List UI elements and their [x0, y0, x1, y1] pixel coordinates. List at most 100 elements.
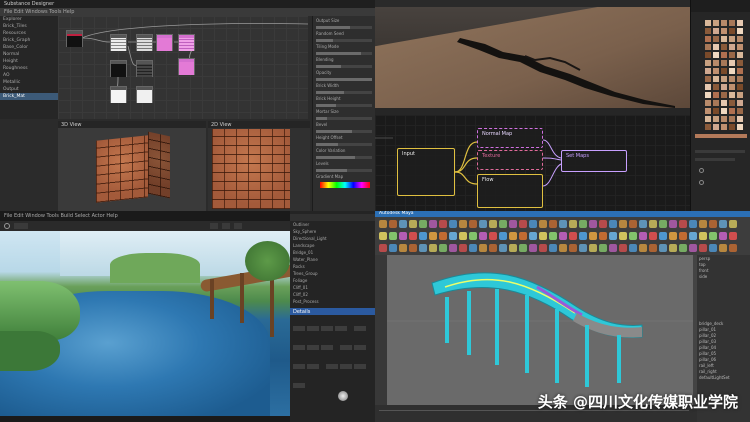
color-swatch[interactable] [705, 92, 711, 98]
color-swatch[interactable] [713, 60, 719, 66]
detail-field[interactable] [307, 345, 319, 350]
detail-field[interactable] [293, 364, 305, 369]
explorer-item[interactable]: Metallic [0, 79, 58, 86]
shelf-tool-icon[interactable] [699, 232, 707, 240]
property-slider[interactable] [316, 78, 372, 81]
sd-2d-view[interactable]: 2D View [208, 121, 310, 211]
outliner-item[interactable]: persp [699, 256, 748, 261]
shelf-tool-icon[interactable] [549, 244, 557, 252]
color-swatch[interactable] [737, 44, 743, 50]
outliner-item[interactable]: rail_left [699, 363, 748, 368]
shelf-tool-icon[interactable] [639, 244, 647, 252]
shelf-tool-icon[interactable] [519, 232, 527, 240]
color-swatch[interactable] [721, 20, 727, 26]
shelf-tool-icon[interactable] [529, 244, 537, 252]
shelf-tool-icon[interactable] [529, 220, 537, 228]
color-swatch[interactable] [721, 36, 727, 42]
graph-node[interactable] [156, 34, 173, 51]
shelf-tool-icon[interactable] [419, 244, 427, 252]
shelf-tool-icon[interactable] [439, 220, 447, 228]
shelf-tool-icon[interactable] [609, 220, 617, 228]
color-swatch[interactable] [737, 100, 743, 106]
shelf-tool-icon[interactable] [429, 244, 437, 252]
shelf-tool-icon[interactable] [509, 220, 517, 228]
shelf-tool-icon[interactable] [729, 232, 737, 240]
color-swatch[interactable] [737, 124, 743, 130]
shelf-tool-icon[interactable] [389, 220, 397, 228]
color-swatch[interactable] [729, 28, 735, 34]
color-swatch[interactable] [713, 92, 719, 98]
color-swatch[interactable] [721, 68, 727, 74]
explorer-item[interactable]: Roughness [0, 65, 58, 72]
shelf-tool-icon[interactable] [669, 244, 677, 252]
color-swatch[interactable] [729, 36, 735, 42]
shelf-tool-icon[interactable] [559, 220, 567, 228]
shelf-tool-icon[interactable] [409, 220, 417, 228]
outliner-item[interactable]: front [699, 268, 748, 273]
blueprint-node-output[interactable]: Set Maps [561, 150, 627, 172]
shelf-tool-icon[interactable] [709, 220, 717, 228]
shelf-tool-icon[interactable] [539, 220, 547, 228]
shelf-tool-icon[interactable] [599, 220, 607, 228]
sd-menubar[interactable]: File Edit Windows Tools Help [0, 8, 375, 16]
outliner-item[interactable]: Post_Process [293, 299, 372, 305]
shelf-tool-icon[interactable] [539, 232, 547, 240]
shelf-tool-icon[interactable] [729, 220, 737, 228]
color-swatch[interactable] [721, 92, 727, 98]
color-swatch[interactable] [729, 116, 735, 122]
outliner-item[interactable]: pillar_03 [699, 339, 748, 344]
detail-field[interactable] [354, 326, 367, 331]
color-swatch[interactable] [705, 76, 711, 82]
color-swatch[interactable] [729, 108, 735, 114]
graph-node[interactable] [110, 60, 127, 77]
explorer-item[interactable]: Height [0, 58, 58, 65]
color-swatch[interactable] [729, 20, 735, 26]
shelf-tool-icon[interactable] [599, 232, 607, 240]
scale-snap-button[interactable] [234, 223, 242, 229]
radio-icon[interactable] [699, 180, 704, 185]
shelf-tool-icon[interactable] [409, 232, 417, 240]
shelf-tool-icon[interactable] [379, 244, 387, 252]
shelf-tool-icon[interactable] [509, 232, 517, 240]
graph-node[interactable] [136, 86, 153, 103]
color-swatch[interactable] [705, 60, 711, 66]
shelf-tool-icon[interactable] [399, 220, 407, 228]
shelf-tool-icon[interactable] [599, 244, 607, 252]
toolbox[interactable] [375, 255, 387, 405]
color-swatch[interactable] [721, 116, 727, 122]
viewport-toolbar[interactable] [0, 221, 290, 231]
detail-field[interactable] [354, 364, 367, 369]
outliner-item[interactable]: pillar_01 [699, 327, 748, 332]
graph-node[interactable] [136, 34, 153, 51]
shelf-tool-icon[interactable] [669, 232, 677, 240]
shelf-tool-icon[interactable] [439, 232, 447, 240]
shelf-tool-icon[interactable] [669, 220, 677, 228]
explorer-item[interactable]: AO [0, 72, 58, 79]
shelf-tool-icon[interactable] [389, 232, 397, 240]
shelf-tool-icon[interactable] [579, 244, 587, 252]
shelf-tool-icon[interactable] [589, 232, 597, 240]
outliner-item[interactable]: Outliner [293, 222, 372, 228]
shelf-tool-icon[interactable] [629, 244, 637, 252]
shelf-tool-icon[interactable] [679, 244, 687, 252]
color-swatch[interactable] [705, 108, 711, 114]
explorer-item[interactable]: Output [0, 86, 58, 93]
color-swatch[interactable] [737, 52, 743, 58]
property-slider[interactable] [316, 26, 372, 29]
shelf-tool-icon[interactable] [469, 244, 477, 252]
color-swatch[interactable] [721, 84, 727, 90]
color-swatch[interactable] [713, 116, 719, 122]
shelf-tool-icon[interactable] [389, 244, 397, 252]
shelf-tool-icon[interactable] [509, 244, 517, 252]
sd-graph-editor[interactable] [58, 16, 308, 119]
material-sphere-icon[interactable] [338, 391, 348, 401]
maya-shelf[interactable] [375, 217, 750, 255]
color-swatch[interactable] [737, 68, 743, 74]
shelf-tool-icon[interactable] [709, 244, 717, 252]
shelf-tool-icon[interactable] [449, 244, 457, 252]
shelf-tool-icon[interactable] [419, 220, 427, 228]
shelf-tool-icon[interactable] [409, 244, 417, 252]
shelf-tool-icon[interactable] [569, 244, 577, 252]
outliner-item[interactable]: top [699, 262, 748, 267]
shelf-tool-icon[interactable] [479, 232, 487, 240]
